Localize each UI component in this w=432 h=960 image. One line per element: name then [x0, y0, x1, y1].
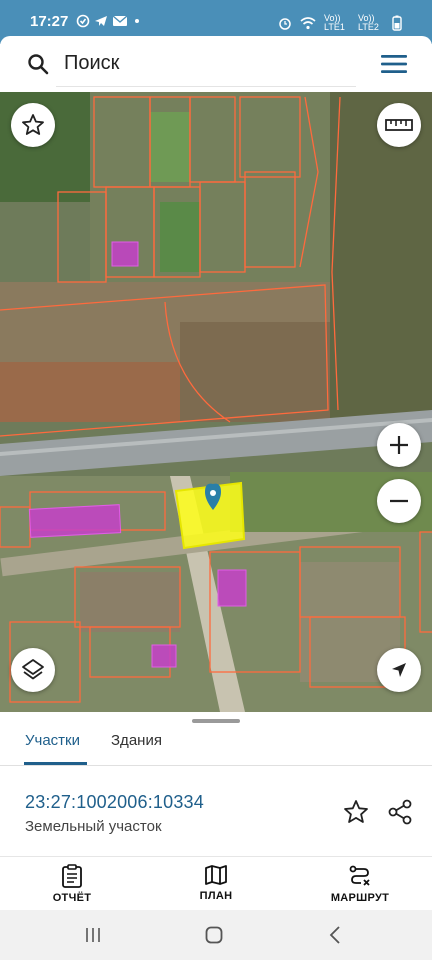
search-input[interactable]: Поиск [64, 52, 119, 75]
wifi-icon [300, 16, 316, 29]
favorite-star-button[interactable] [11, 103, 55, 147]
dot-icon [135, 19, 139, 23]
status-time: 17:27 [30, 13, 69, 30]
ruler-button[interactable] [377, 103, 421, 147]
map-plan-icon [205, 865, 227, 885]
tab-buildings[interactable]: Здания [111, 732, 162, 749]
status-indicators: Vo)) LTE1 Vo)) LTE2 [278, 14, 402, 32]
object-type: Земельный участок [25, 818, 162, 835]
layers-icon [22, 659, 44, 680]
back-icon[interactable] [326, 925, 344, 945]
mail-icon [112, 15, 128, 26]
tab-divider [0, 765, 432, 766]
plan-button[interactable]: ПЛАН [171, 864, 261, 902]
battery-icon [392, 15, 402, 31]
home-icon[interactable] [204, 925, 224, 945]
route-label: МАРШРУТ [330, 892, 390, 904]
ruler-icon [385, 119, 413, 131]
share-icon[interactable] [386, 798, 414, 826]
notification-icons [76, 14, 142, 28]
sheet-drag-handle[interactable] [192, 719, 240, 723]
zoom-in-button[interactable] [377, 423, 421, 467]
report-button[interactable]: ОТЧЁТ [27, 864, 117, 904]
plan-label: ПЛАН [199, 890, 233, 902]
report-label: ОТЧЁТ [52, 892, 92, 904]
report-icon [62, 864, 82, 888]
alarm-icon [279, 18, 291, 30]
bottom-sheet: Участки Здания 23:27:1002006:10334 Земел… [0, 712, 432, 910]
sim2-label: Vo)) LTE2 [358, 13, 379, 32]
telegram-icon [95, 16, 107, 26]
sim1-label: Vo)) LTE1 [324, 13, 345, 32]
search-bar[interactable]: Поиск [0, 36, 432, 92]
map-view[interactable] [0, 92, 432, 712]
zoom-out-button[interactable] [377, 479, 421, 523]
favorite-icon[interactable] [342, 798, 370, 826]
route-icon [349, 865, 370, 886]
search-icon[interactable] [26, 52, 50, 76]
check-circle-icon [76, 14, 90, 28]
locate-arrow-icon [392, 663, 406, 677]
actions-divider [0, 856, 432, 857]
route-button[interactable]: МАРШРУТ [315, 864, 405, 904]
zoom-out-icon [390, 499, 408, 503]
zoom-in-icon [390, 436, 408, 454]
tab-parcels[interactable]: Участки [25, 732, 80, 749]
search-underline [56, 86, 356, 87]
hamburger-menu-icon[interactable] [380, 52, 408, 76]
satellite-map[interactable] [0, 92, 432, 712]
system-navigation-bar [0, 910, 432, 960]
layers-button[interactable] [11, 648, 55, 692]
cadastral-number[interactable]: 23:27:1002006:10334 [25, 792, 204, 813]
locate-button[interactable] [377, 648, 421, 692]
recent-apps-icon[interactable] [84, 926, 102, 944]
favorite-star-icon [22, 114, 44, 135]
